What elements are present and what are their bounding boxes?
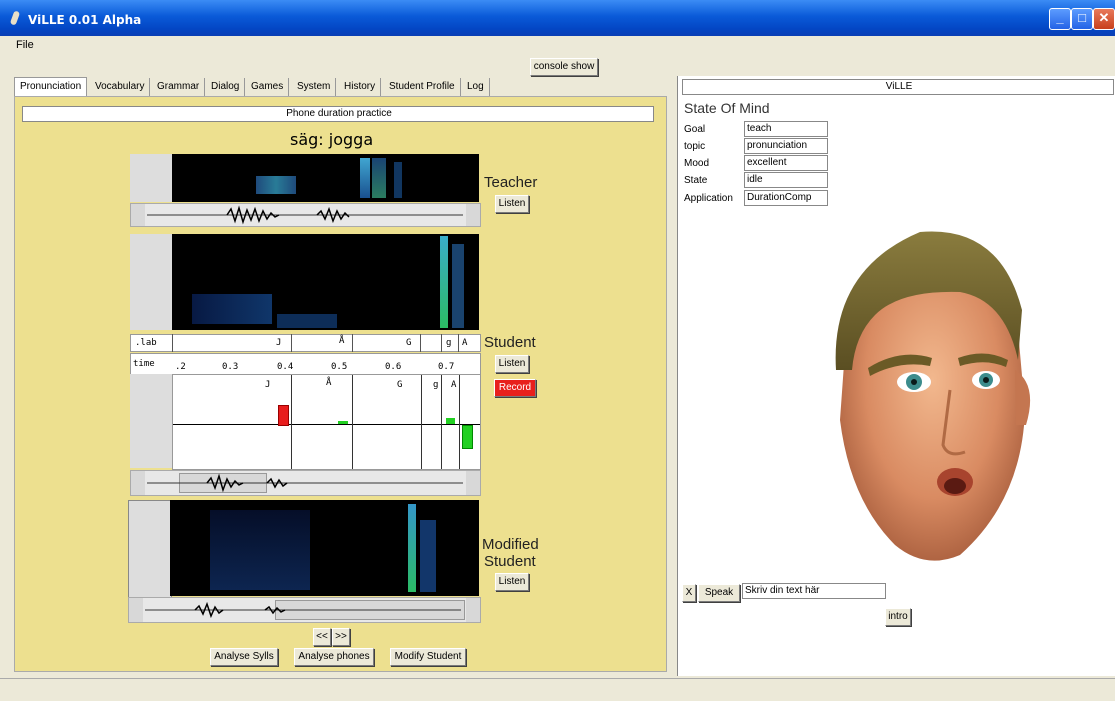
scroll-right-icon[interactable] [466,598,480,622]
lab-mark-aa: Å [339,336,345,346]
application-label: Application [684,193,733,204]
modified-label-1: Modified [482,536,539,553]
student-waveform [147,473,463,493]
tick-0-4: 0.4 [277,362,294,372]
duration-gutter [130,374,172,468]
intro-button[interactable]: intro [885,608,911,626]
practice-title: Phone duration practice [22,106,654,122]
application-value: DurationComp [744,190,828,206]
teacher-waveform-scrollbar[interactable] [130,203,481,227]
topic-value: pronunciation [744,138,828,154]
ville-title: ViLLE [682,79,1114,95]
tab-pronunciation[interactable]: Pronunciation [14,77,88,98]
dur-mark-g-upper: G [397,380,403,390]
duration-bar-g [446,418,455,424]
window-title: ViLLE 0.01 Alpha [28,13,142,27]
student-spectrogram [172,234,479,330]
teacher-gutter [130,154,172,202]
tab-games[interactable]: Games [246,78,290,96]
status-bar [0,678,1115,701]
student-gutter [130,234,172,330]
dur-mark-j: J [265,380,271,390]
tick-0-2: .2 [175,362,186,372]
scroll-left-icon[interactable] [129,598,143,622]
time-label: time [133,359,155,369]
goal-value: teach [744,121,828,137]
modified-listen-button[interactable]: Listen [495,573,529,591]
tick-0-7: 0.7 [438,362,455,372]
teacher-listen-button[interactable]: Listen [495,195,529,213]
modified-spectrogram [170,500,479,596]
title-bar[interactable]: ViLLE 0.01 Alpha _ □ ✕ [0,0,1115,36]
tab-dialog[interactable]: Dialog [206,78,246,96]
prev-button[interactable]: << [313,628,331,646]
console-show-button[interactable]: console show [530,58,598,76]
close-icon[interactable]: ✕ [1093,8,1115,30]
teacher-waveform [147,205,463,225]
analyse-phones-button[interactable]: Analyse phones [294,648,374,666]
tab-grammar[interactable]: Grammar [152,78,206,96]
speak-input[interactable]: Skriv din text här [742,583,886,599]
state-of-mind-title: State Of Mind [684,100,770,116]
modified-waveform [145,601,461,619]
goal-label: Goal [684,124,706,135]
tab-history[interactable]: History [339,78,382,96]
dur-mark-g: g [433,380,439,390]
scroll-right-icon[interactable] [466,471,480,495]
duration-bar-g-upper [408,424,417,425]
scroll-left-icon[interactable] [131,471,145,495]
mood-label: Mood [684,158,710,169]
target-word: säg: jogga [290,130,374,149]
modify-student-button[interactable]: Modify Student [390,648,466,666]
tab-vocabulary[interactable]: Vocabulary [90,78,151,96]
tick-0-6: 0.6 [385,362,402,372]
scroll-right-icon[interactable] [466,204,480,226]
tick-0-5: 0.5 [331,362,348,372]
menu-bar: File [0,36,1115,54]
state-label: State [684,175,708,186]
tab-system[interactable]: System [292,78,337,96]
scroll-left-icon[interactable] [131,204,145,226]
analyse-sylls-button[interactable]: Analyse Sylls [210,648,278,666]
tab-student-profile[interactable]: Student Profile [384,78,461,96]
ville-avatar-face [835,231,1031,561]
topic-label: topic [684,141,706,152]
tick-0-3: 0.3 [222,362,239,372]
minimize-icon[interactable]: _ [1049,8,1071,30]
lab-label: .lab [135,338,157,348]
next-button[interactable]: >> [332,628,350,646]
lab-mark-g-upper: G [406,338,412,348]
dur-mark-a: A [451,380,457,390]
lab-tier [130,334,481,352]
dur-mark-aa: Å [326,378,332,388]
student-label: Student [484,334,536,351]
duration-bar-a [462,425,473,449]
menu-file[interactable]: File [16,39,34,51]
teacher-label: Teacher [484,174,538,191]
modified-label-2: Student [484,553,536,570]
modified-waveform-scrollbar[interactable] [128,597,481,623]
modified-gutter [128,500,172,598]
app-feather-icon [9,10,21,26]
student-waveform-scrollbar[interactable] [130,470,481,496]
teacher-spectrogram [172,154,479,202]
duration-bar-aa [338,421,348,424]
record-button[interactable]: Record [494,379,536,397]
mood-value: excellent [744,155,828,171]
clear-x-button[interactable]: X [682,584,696,602]
state-value: idle [744,172,828,188]
lab-mark-g: g [446,338,452,348]
lab-mark-j: J [276,338,282,348]
tab-log[interactable]: Log [462,78,490,96]
duration-bar-j [278,405,289,426]
maximize-icon[interactable]: □ [1071,8,1093,30]
speak-button[interactable]: Speak [698,584,740,602]
student-listen-button[interactable]: Listen [495,355,529,373]
lab-mark-a: A [462,338,468,348]
